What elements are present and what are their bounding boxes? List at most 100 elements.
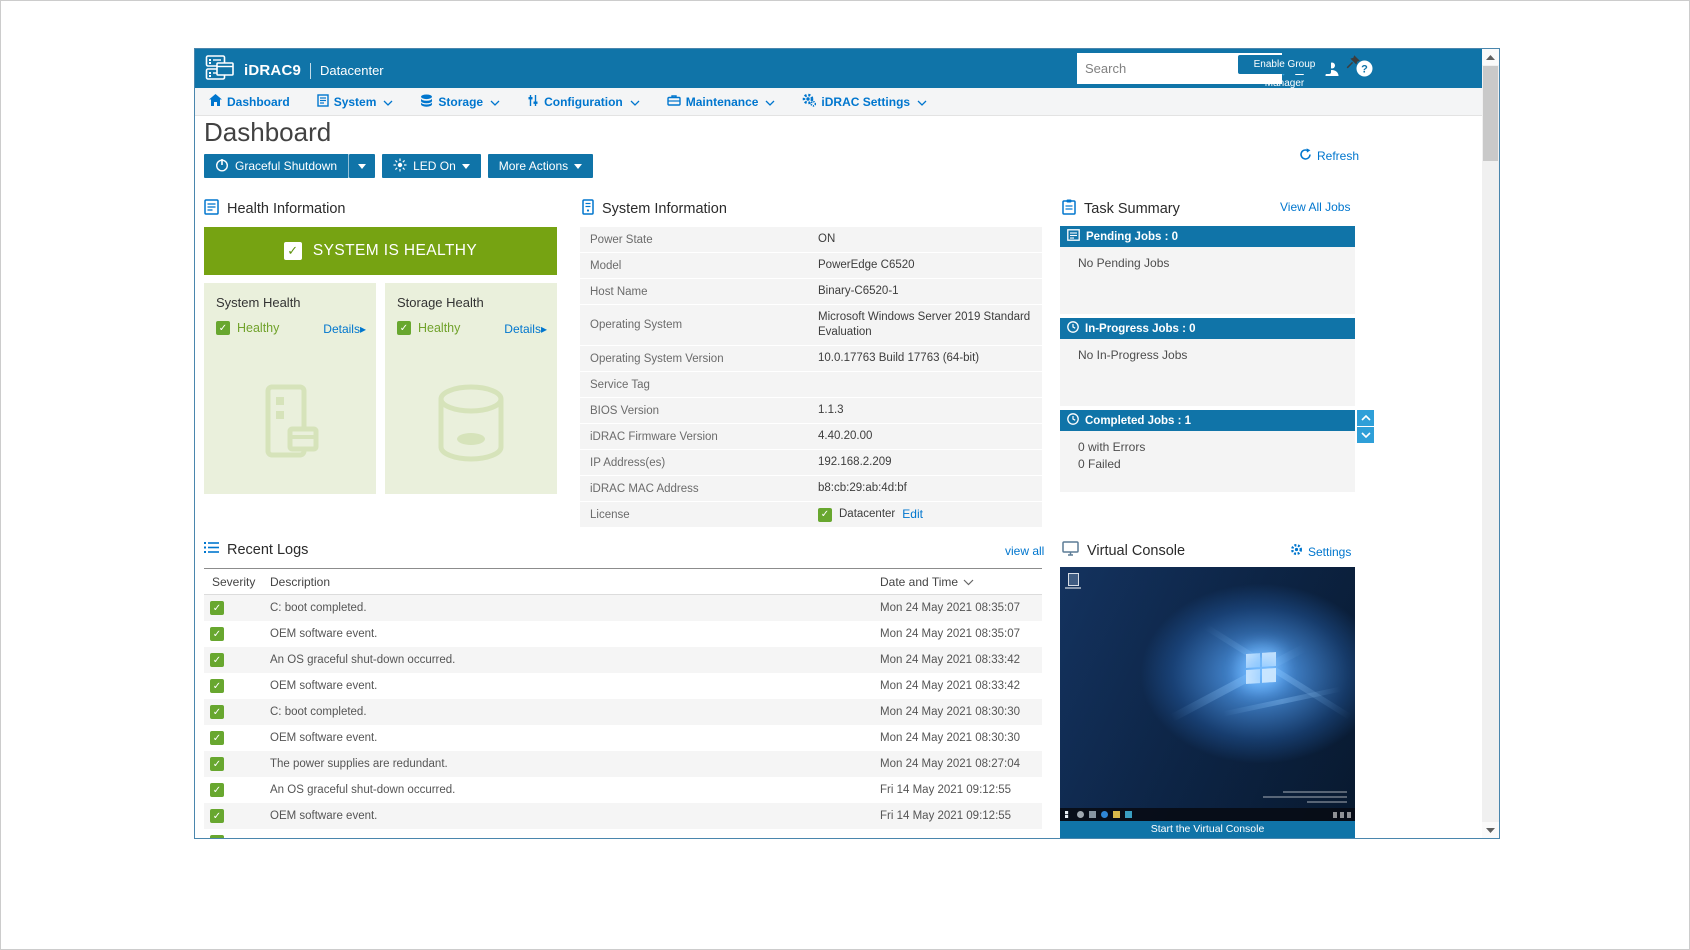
pending-jobs-bar[interactable]: Pending Jobs : 0 [1060,226,1355,247]
log-datetime: Mon 24 May 2021 08:33:42 [880,654,1020,666]
nav-label: System [334,95,377,109]
system-information-title: System Information [582,199,727,219]
system-healthy-banner: ✓ SYSTEM IS HEALTHY [204,227,557,275]
graceful-shutdown-button[interactable]: Graceful Shutdown [204,154,349,178]
brand-edition: Datacenter [320,63,384,78]
severity-ok-icon: ✓ [210,731,224,745]
card-title: System Health [216,295,301,310]
caret-down-icon [574,164,582,169]
nav-item-configuration[interactable]: Configuration [527,94,640,110]
table-row[interactable]: ✓ An OS graceful shut-down occurred. Fri… [204,777,1042,803]
pending-jobs-label: Pending Jobs : 0 [1086,231,1178,243]
check-icon: ✓ [397,321,411,335]
nav-item-storage[interactable]: Storage [420,94,500,110]
start-button-icon [1065,811,1072,818]
server-watermark-icon [242,381,338,482]
recycle-bin-icon [1068,573,1079,586]
pin-icon[interactable] [1345,54,1361,75]
idrac-logo-icon [205,54,235,87]
idrac-app-window: iDRAC9 Datacenter [194,48,1500,839]
view-all-link[interactable]: view all [1005,544,1044,558]
in-progress-jobs-bar[interactable]: In-Progress Jobs : 0 [1060,318,1355,339]
monitor-icon [1062,541,1079,560]
virtual-console-title-label: Virtual Console [1087,543,1185,559]
chevron-down-icon [917,95,927,109]
vertical-scrollbar[interactable] [1482,49,1499,838]
table-row[interactable]: ✓ OEM software event. Mon 24 May 2021 08… [204,725,1042,751]
nav-item-idrac-settings[interactable]: iDRAC Settings [802,93,927,110]
task-summary-title: Task Summary [1062,199,1180,219]
nav-item-system[interactable]: System [317,94,394,110]
sysinfo-row-ip-addresses: IP Address(es) 192.168.2.209 [580,450,1042,475]
failed-text: 0 Failed [1078,457,1355,471]
start-virtual-console-button[interactable]: Start the Virtual Console [1060,821,1355,838]
brand-name: iDRAC9 [244,62,301,79]
severity-ok-icon: ✓ [210,809,224,823]
table-row-partial[interactable]: ✓ [204,829,1042,838]
pending-jobs-body: No Pending Jobs [1060,247,1355,314]
sysinfo-row-idrac-firmware: iDRAC Firmware Version 4.40.20.00 [580,424,1042,449]
view-all-jobs-link[interactable]: View All Jobs [1280,200,1350,214]
sysinfo-row-bios-version: BIOS Version 1.1.3 [580,398,1042,423]
log-datetime: Mon 24 May 2021 08:35:07 [880,628,1020,640]
system-health-details-link[interactable]: Details▸ [323,322,366,336]
console-settings-link[interactable]: Settings [1290,543,1351,561]
table-row[interactable]: ✓ OEM software event. Mon 24 May 2021 08… [204,673,1042,699]
refresh-link[interactable]: Refresh [1299,148,1359,164]
action-button-row: Graceful Shutdown LED On More [204,154,593,178]
status-label: Healthy [418,321,460,335]
sysinfo-row-host-name: Host Name Binary-C6520-1 [580,279,1042,304]
nav-label: Maintenance [686,95,759,109]
nav-item-maintenance[interactable]: Maintenance [667,94,776,109]
table-row[interactable]: ✓ OEM software event. Mon 24 May 2021 08… [204,621,1042,647]
scrollbar-thumb[interactable] [1483,66,1498,161]
row-value: Binary-C6520-1 [818,284,1033,299]
log-description: OEM software event. [270,680,377,692]
virtual-console-preview[interactable] [1060,567,1355,821]
log-description: An OS graceful shut-down occurred. [270,784,455,796]
completed-jobs-bar[interactable]: Completed Jobs : 1 [1060,410,1355,431]
log-datetime: Fri 14 May 2021 09:12:55 [880,810,1011,822]
scrollbar-down-icon[interactable] [1482,822,1499,838]
row-value: 192.168.2.209 [818,455,1033,470]
enable-group-manager-button[interactable]: Enable Group Manager [1238,55,1331,74]
maintenance-toolbox-icon [667,94,681,109]
graceful-shutdown-dropdown-button[interactable] [349,154,375,178]
license-edit-link[interactable]: Edit [902,507,923,523]
brand-block: iDRAC9 Datacenter [205,54,384,87]
graceful-shutdown-split-button: Graceful Shutdown [204,154,375,178]
store-icon [1125,811,1132,818]
row-value: Microsoft Windows Server 2019 Standard E… [818,310,1033,340]
more-actions-button[interactable]: More Actions [488,154,593,178]
led-on-button[interactable]: LED On [382,154,481,178]
row-label: Power State [590,234,818,246]
table-row[interactable]: ✓ C: boot completed. Mon 24 May 2021 08:… [204,595,1042,621]
taskview-icon [1089,811,1096,818]
table-row[interactable]: ✓ The power supplies are redundant. Mon … [204,751,1042,777]
scrollbar-up-icon[interactable] [1482,49,1499,65]
windows-taskbar [1060,808,1355,821]
log-datetime: Mon 24 May 2021 08:35:07 [880,602,1020,614]
license-value: ✓ Datacenter Edit [818,507,1033,523]
storage-health-details-link[interactable]: Details▸ [504,322,547,336]
health-title-label: Health Information [227,201,345,217]
row-value: 1.1.3 [818,403,1033,418]
list-icon [204,541,219,558]
details-label: Details [504,322,541,336]
table-row[interactable]: ✓ C: boot completed. Mon 24 May 2021 08:… [204,699,1042,725]
nav-item-dashboard[interactable]: Dashboard [209,94,290,109]
table-row[interactable]: ✓ OEM software event. Fri 14 May 2021 09… [204,803,1042,829]
with-errors-text: 0 with Errors [1078,440,1355,454]
led-on-label: LED On [413,159,456,173]
nav-label: iDRAC Settings [821,95,910,109]
scroll-up-icon[interactable] [1357,410,1374,426]
scroll-down-icon[interactable] [1357,427,1374,443]
in-progress-jobs-body: No In-Progress Jobs [1060,339,1355,406]
led-sun-icon [393,158,407,175]
svg-text:?: ? [1361,63,1368,75]
column-datetime[interactable]: Date and Time [880,575,974,589]
recent-logs-title: Recent Logs [204,541,308,558]
table-row[interactable]: ✓ An OS graceful shut-down occurred. Mon… [204,647,1042,673]
row-value: 4.40.20.00 [818,429,1033,444]
log-description: OEM software event. [270,732,377,744]
